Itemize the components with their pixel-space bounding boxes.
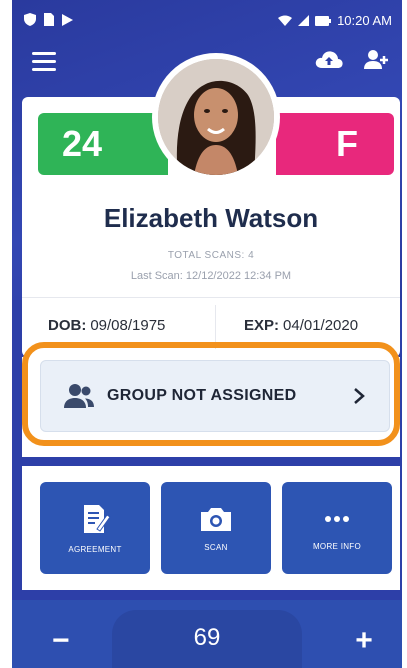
actions-card: AGREEMENT SCAN MORE INFO [22,466,400,590]
profile-card: 24 F Elizabeth Watson TOTAL SCANS: 4 Las… [22,53,400,357]
signal-icon [298,15,310,26]
group-assign-button[interactable]: GROUP NOT ASSIGNED [40,360,390,432]
divider [22,297,400,298]
exp-label: EXP: [244,317,280,334]
document-sign-icon [84,504,111,533]
hamburger-menu-icon[interactable] [32,52,56,74]
total-scans-text: TOTAL SCANS: 4 [167,250,255,261]
dob-label: DOB: [48,317,87,334]
app-screen: 10:20 AM 24 F Elizabeth Watson TOTAL SCA… [12,0,402,668]
divider [215,305,216,349]
status-bar: 10:20 AM [12,0,402,44]
exp-field: EXP: 04/01/2020 [244,317,358,334]
dob-value: 09/08/1975 [90,317,166,334]
group-label: GROUP NOT ASSIGNED [107,387,297,404]
shield-icon [24,13,36,26]
status-left-icons [24,13,73,26]
group-card: GROUP NOT ASSIGNED [22,357,400,457]
avatar-photo [158,59,274,175]
person-name: Elizabeth Watson [103,203,319,233]
agreement-button[interactable]: AGREEMENT [40,482,150,574]
counter-value: 69 [193,624,221,651]
age-badge: 24 [38,113,168,175]
status-time: 10:20 AM [337,13,392,28]
scan-button[interactable]: SCAN [161,482,271,574]
status-right-icons: 10:20 AM [278,13,392,28]
chevron-right-icon [354,388,365,404]
battery-icon [315,15,332,26]
bottom-counter-bar: − 69 + [12,600,402,668]
avatar [152,53,280,181]
more-info-button[interactable]: MORE INFO [282,482,392,574]
person-add-icon[interactable] [362,48,390,72]
people-icon [64,384,94,408]
play-icon [62,13,73,26]
cloud-upload-icon[interactable] [314,48,344,72]
dob-field: DOB: 09/08/1975 [48,317,165,334]
camera-icon [201,507,231,531]
exp-value: 04/01/2020 [283,317,359,334]
last-scan-text: Last Scan: 12/12/2022 12:34 PM [130,270,292,282]
wifi-icon [278,15,293,26]
agreement-label: AGREEMENT [68,544,122,554]
increment-button[interactable]: + [352,626,376,656]
person-portrait-icon [158,59,274,175]
more-dots-icon [325,515,349,522]
scan-label: SCAN [204,542,228,552]
more-info-label: MORE INFO [312,541,362,551]
sim-card-icon [44,13,54,26]
sex-badge: F [276,113,394,175]
